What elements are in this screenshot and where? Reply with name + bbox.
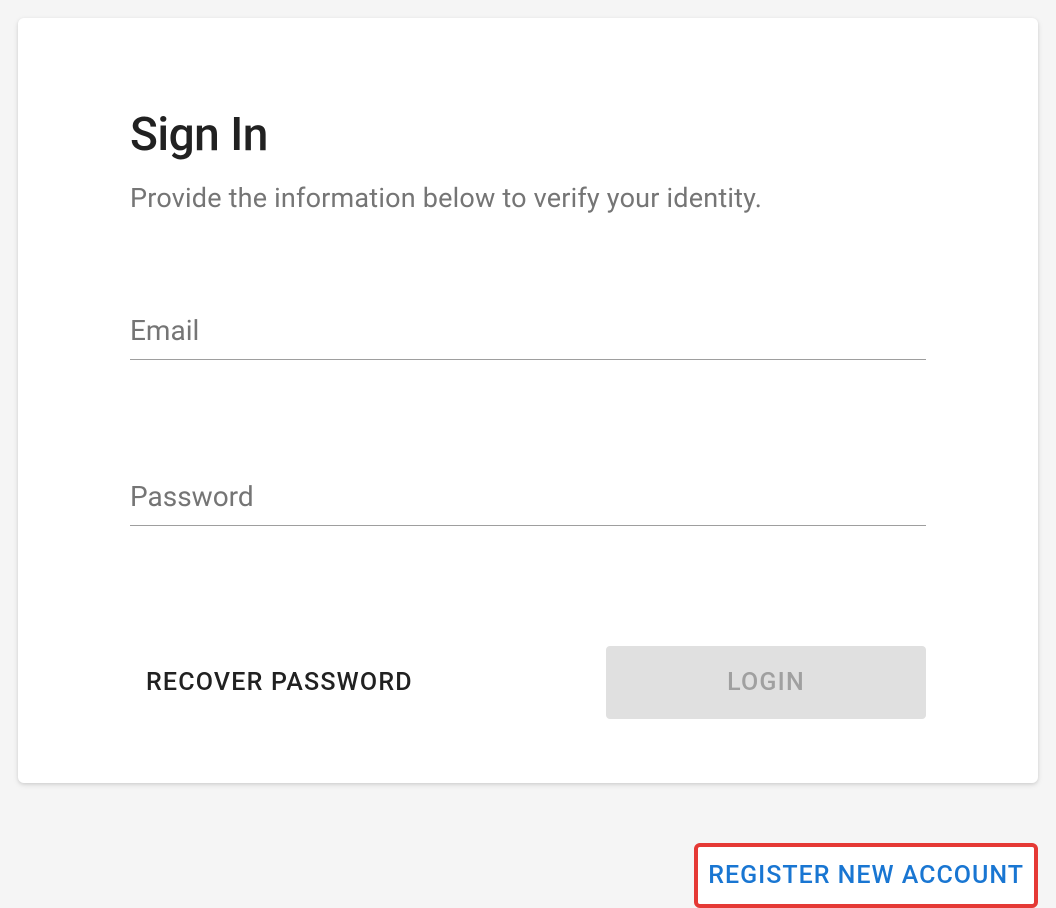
page-subtitle: Provide the information below to verify … xyxy=(130,182,926,214)
signin-card: Sign In Provide the information below to… xyxy=(18,18,1038,783)
page-title: Sign In xyxy=(130,108,926,162)
register-container: REGISTER NEW ACCOUNT xyxy=(18,843,1038,908)
email-field-container: Email xyxy=(130,314,926,360)
login-button[interactable]: LOGIN xyxy=(606,646,926,719)
register-new-account-button[interactable]: REGISTER NEW ACCOUNT xyxy=(694,843,1038,908)
action-row: RECOVER PASSWORD LOGIN xyxy=(130,646,926,719)
recover-password-button[interactable]: RECOVER PASSWORD xyxy=(130,650,429,715)
email-field[interactable]: Email xyxy=(130,314,926,360)
password-field-container: Password xyxy=(130,480,926,526)
password-field[interactable]: Password xyxy=(130,480,926,526)
